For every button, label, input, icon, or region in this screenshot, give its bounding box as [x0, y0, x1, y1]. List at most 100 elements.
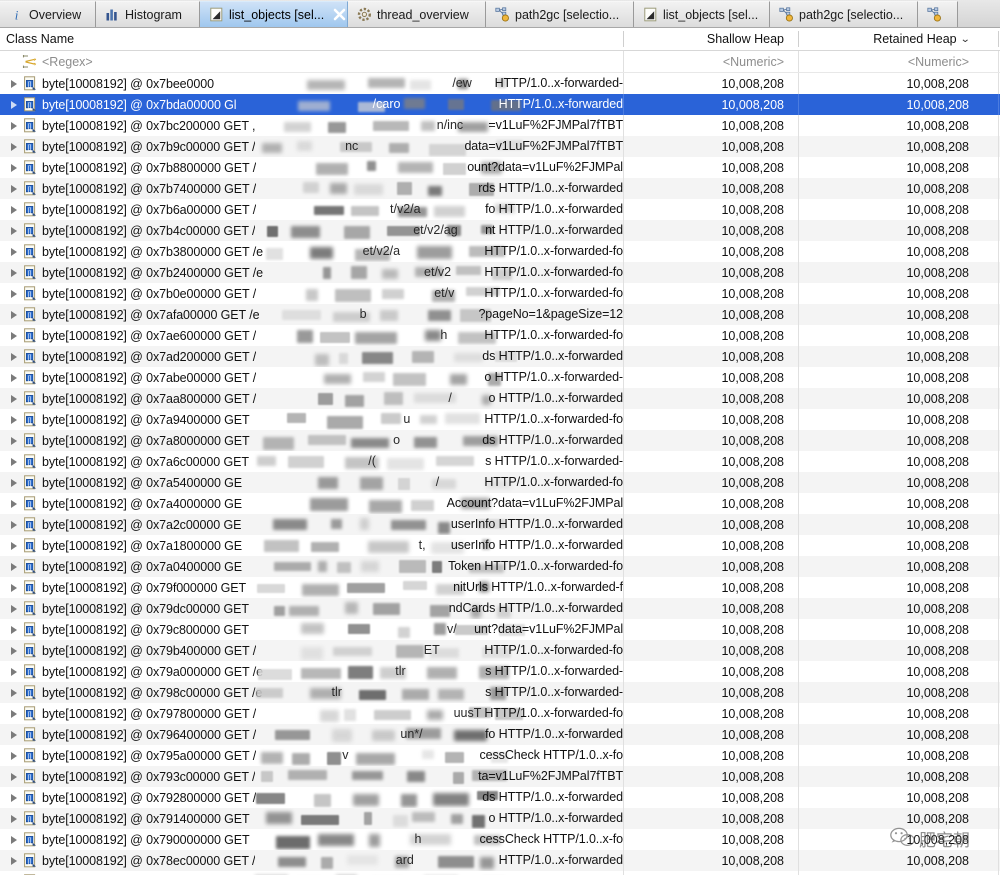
- cell-shallow-heap[interactable]: 10,008,208: [623, 157, 798, 178]
- table-row[interactable]: [] byte[10008192] @ 0x7a5400000 GE / HTTP/1…: [0, 472, 1000, 493]
- expand-arrow-icon[interactable]: [8, 708, 19, 719]
- table-row[interactable]: [] byte[10008192] @ 0x78ec00000 GET / ard H…: [0, 850, 1000, 871]
- cell-class-name[interactable]: [] byte[10008192] @ 0x7a9400000 GET u HTTP/…: [0, 409, 623, 430]
- expand-arrow-icon[interactable]: [8, 624, 19, 635]
- table-row[interactable]: [] byte[10008192] @ 0x7aa800000 GET / / o H…: [0, 388, 1000, 409]
- column-resize-handle[interactable]: [797, 31, 799, 47]
- cell-shallow-heap[interactable]: 10,008,208: [623, 262, 798, 283]
- table-row[interactable]: [] byte[10008192] @ 0x797800000 GET / uusT…: [0, 703, 1000, 724]
- editor-tab-list-objects-sel[interactable]: list_objects [sel...: [634, 1, 770, 27]
- table-row[interactable]: [] byte[10008192] @ 0x7abe00000 GET / o HT…: [0, 367, 1000, 388]
- table-row[interactable]: [] byte[10008192] @ 0x7a4000000 GE Account…: [0, 493, 1000, 514]
- table-row[interactable]: [] byte[10008192] @ 0x7b2400000 GET /e et/…: [0, 262, 1000, 283]
- expand-arrow-icon[interactable]: [8, 78, 19, 89]
- expand-arrow-icon[interactable]: [8, 183, 19, 194]
- expand-arrow-icon[interactable]: [8, 246, 19, 257]
- objects-table-body[interactable]: [] byte[10008192] @ 0x7bee0000 /ew HTTP/1.…: [0, 73, 1000, 875]
- table-row[interactable]: [] byte[10008192] @ 0x792800000 GET / ds H…: [0, 787, 1000, 808]
- cell-shallow-heap[interactable]: 10,008,208: [623, 703, 798, 724]
- cell-shallow-heap[interactable]: 10,008,208: [623, 556, 798, 577]
- cell-class-name[interactable]: [] byte[10008192] @ 0x7afa00000 GET /e b ?p…: [0, 304, 623, 325]
- cell-retained-heap[interactable]: 10,008,208: [798, 493, 983, 514]
- table-row[interactable]: [] byte[10008192] @ 0x7ae600000 GET / h HTT…: [0, 325, 1000, 346]
- expand-arrow-icon[interactable]: [8, 540, 19, 551]
- cell-class-name[interactable]: [] byte[10008192] @ 0x7a0400000 GE Token H…: [0, 556, 623, 577]
- expand-arrow-icon[interactable]: [8, 141, 19, 152]
- cell-retained-heap[interactable]: 10,008,208: [798, 262, 983, 283]
- cell-class-name[interactable]: [] byte[10008192] @ 0x797800000 GET / uusT…: [0, 703, 623, 724]
- expand-arrow-icon[interactable]: [8, 666, 19, 677]
- cell-retained-heap[interactable]: 10,008,208: [798, 787, 983, 808]
- expand-arrow-icon[interactable]: [8, 750, 19, 761]
- cell-class-name[interactable]: [] byte[10008192] @ 0x7a8000000 GET o ds HT…: [0, 430, 623, 451]
- cell-retained-heap[interactable]: 10,008,208: [798, 178, 983, 199]
- cell-shallow-heap[interactable]: 10,008,208: [623, 724, 798, 745]
- table-row[interactable]: [] byte[10008192] @ 0x7b9c00000 GET / nc da…: [0, 136, 1000, 157]
- cell-shallow-heap[interactable]: 10,008,208: [623, 73, 798, 94]
- table-row[interactable]: [] byte[10008192] @ 0x796400000 GET / un*/…: [0, 724, 1000, 745]
- column-header-shallow-heap[interactable]: Shallow Heap: [623, 28, 798, 51]
- cell-retained-heap[interactable]: 10,008,208: [798, 598, 983, 619]
- cell-class-name[interactable]: [] byte[10008192] @ 0x7b7400000 GET / rds …: [0, 178, 623, 199]
- table-row[interactable]: [] byte[10008192] @ 0x7afa00000 GET /e b ?p…: [0, 304, 1000, 325]
- expand-arrow-icon[interactable]: [8, 561, 19, 572]
- cell-shallow-heap[interactable]: 10,008,208: [623, 514, 798, 535]
- cell-class-name[interactable]: [] byte[10008192] @ 0x7b3800000 GET /e et/…: [0, 241, 623, 262]
- column-resize-handle[interactable]: [622, 31, 624, 47]
- cell-shallow-heap[interactable]: 10,008,208: [623, 598, 798, 619]
- expand-arrow-icon[interactable]: [8, 771, 19, 782]
- column-resize-handle[interactable]: [998, 31, 999, 47]
- table-row[interactable]: [] byte[10008192] @ 0x7a6c00000 GET /(s HT…: [0, 451, 1000, 472]
- cell-shallow-heap[interactable]: 10,008,208: [623, 619, 798, 640]
- cell-retained-heap[interactable]: 10,008,208: [798, 241, 983, 262]
- cell-shallow-heap[interactable]: 10,008,208: [623, 94, 798, 115]
- cell-class-name[interactable]: [] byte[10008192] @ 0x7ad200000 GET / ds H…: [0, 346, 623, 367]
- cell-shallow-heap[interactable]: 10,008,208: [623, 199, 798, 220]
- expand-arrow-icon[interactable]: [8, 582, 19, 593]
- expand-arrow-icon[interactable]: [8, 477, 19, 488]
- table-row[interactable]: [] byte[10008192] @ 0x7a8000000 GET o ds HT…: [0, 430, 1000, 451]
- expand-arrow-icon[interactable]: [8, 456, 19, 467]
- cell-retained-heap[interactable]: 10,008,208: [798, 766, 983, 787]
- editor-tab-overflow[interactable]: [918, 1, 958, 27]
- cell-retained-heap[interactable]: 10,008,208: [798, 220, 983, 241]
- cell-class-name[interactable]: [] byte[10008192] @ 0x7a5400000 GE / HTTP/1…: [0, 472, 623, 493]
- table-row[interactable]: [] byte[10008192] @ 0x79a000000 GET /e tlr…: [0, 661, 1000, 682]
- table-row[interactable]: [] byte[10008192] @ 0x7b8800000 GET / ount…: [0, 157, 1000, 178]
- editor-tab-list-objects-sel[interactable]: list_objects [sel...: [200, 1, 348, 27]
- expand-arrow-icon[interactable]: [8, 834, 19, 845]
- table-row[interactable]: [] byte[10008192] @ 0x7b6a00000 GET / t/v2…: [0, 199, 1000, 220]
- cell-class-name[interactable]: [] byte[10008192] @ 0x7a6c00000 GET /(s HT…: [0, 451, 623, 472]
- editor-tab-path2gc-selectio[interactable]: path2gc [selectio...: [486, 1, 634, 27]
- table-row[interactable]: [] byte[10008192] @ 0x791400000 GET o HTTP…: [0, 808, 1000, 829]
- cell-shallow-heap[interactable]: 10,008,208: [623, 472, 798, 493]
- expand-arrow-icon[interactable]: [8, 792, 19, 803]
- expand-arrow-icon[interactable]: [8, 120, 19, 131]
- cell-class-name[interactable]: [] byte[10008192] @ 0x78ec00000 GET / ard H…: [0, 850, 623, 871]
- cell-retained-heap[interactable]: 10,008,208: [798, 703, 983, 724]
- cell-retained-heap[interactable]: 10,008,208: [798, 535, 983, 556]
- cell-shallow-heap[interactable]: 10,008,208: [623, 304, 798, 325]
- editor-tab-histogram[interactable]: Histogram: [96, 1, 200, 27]
- table-row[interactable]: []byte[10008192] @ 0x78d800000 GET /ewal…: [0, 871, 1000, 875]
- cell-retained-heap[interactable]: 10,008,208: [798, 640, 983, 661]
- cell-retained-heap[interactable]: 10,008,208: [798, 682, 983, 703]
- cell-shallow-heap[interactable]: 10,008,208: [623, 871, 798, 875]
- cell-retained-heap[interactable]: 10,008,208: [798, 451, 983, 472]
- expand-arrow-icon[interactable]: [8, 351, 19, 362]
- editor-tab-bar[interactable]: i Overview Histogram list_objects [sel... th…: [0, 0, 1000, 28]
- cell-shallow-heap[interactable]: 10,008,208: [623, 829, 798, 850]
- table-row[interactable]: [] byte[10008192] @ 0x7ad200000 GET / ds H…: [0, 346, 1000, 367]
- expand-arrow-icon[interactable]: [8, 99, 19, 110]
- cell-shallow-heap[interactable]: 10,008,208: [623, 430, 798, 451]
- cell-class-name[interactable]: [] byte[10008192] @ 0x7b6a00000 GET / t/v2…: [0, 199, 623, 220]
- editor-tab-thread-overview[interactable]: thread_overview: [348, 1, 486, 27]
- cell-shallow-heap[interactable]: 10,008,208: [623, 178, 798, 199]
- cell-shallow-heap[interactable]: 10,008,208: [623, 283, 798, 304]
- table-row[interactable]: [] byte[10008192] @ 0x795a00000 GET / v ces…: [0, 745, 1000, 766]
- table-row[interactable]: [] byte[10008192] @ 0x7b7400000 GET / rds …: [0, 178, 1000, 199]
- cell-retained-heap[interactable]: 10,008,208: [798, 577, 983, 598]
- cell-shallow-heap[interactable]: 10,008,208: [623, 808, 798, 829]
- cell-shallow-heap[interactable]: 10,008,208: [623, 850, 798, 871]
- expand-arrow-icon[interactable]: [8, 204, 19, 215]
